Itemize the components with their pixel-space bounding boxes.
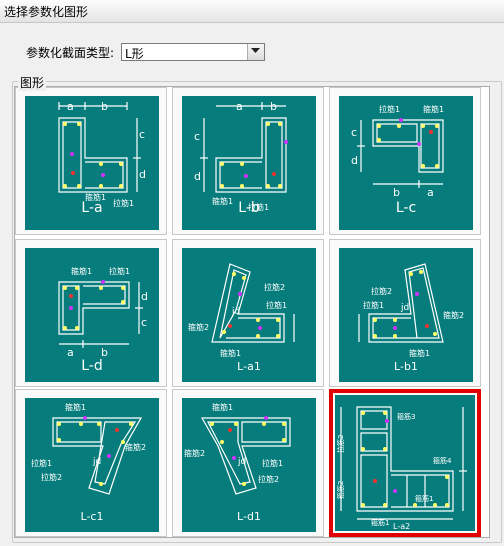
dim-d: d bbox=[141, 290, 148, 303]
label-stirrup1-bottom: 箍筋1 bbox=[371, 518, 389, 527]
dim-d: d bbox=[139, 168, 146, 181]
l-a2-diagram: 箍筋3 箍筋4 箍筋1 箍筋1 拉筋2 箍筋2 L-a2 bbox=[336, 406, 467, 531]
shape-caption: L-c bbox=[395, 200, 417, 216]
shape-caption: L-c1 bbox=[80, 510, 104, 523]
shape-caption: L-a1 bbox=[237, 360, 261, 373]
dim-jd: jd bbox=[231, 307, 240, 317]
chevron-down-icon[interactable] bbox=[247, 44, 264, 60]
dim-a: a bbox=[236, 100, 243, 113]
shape-gallery: a b c d 箍筋1 拉筋1 L-a a b c d 箍筋1 拉筋1 L-b … bbox=[14, 86, 490, 538]
shape-preview: jd 箍筋1 箍筋2 拉筋1 拉筋2 L-d1 bbox=[182, 398, 316, 532]
dim-jd: jd bbox=[92, 457, 101, 467]
shape-tile-l-a2[interactable]: 箍筋3 箍筋4 箍筋1 箍筋1 拉筋2 箍筋2 L-a2 bbox=[329, 389, 481, 537]
l-a2-caption: L-a2 bbox=[393, 522, 410, 531]
shape-caption: L-b1 bbox=[394, 360, 418, 373]
shape-preview: a b c d 箍筋1 拉筋1 L-a bbox=[25, 96, 159, 230]
section-type-select[interactable]: L形 bbox=[121, 43, 265, 61]
dim-b: b bbox=[270, 100, 277, 113]
shape-preview: jd 拉筋2 拉筋1 箍筋2 箍筋1 L-a1 bbox=[182, 248, 316, 382]
label-stirrup2: 箍筋2 bbox=[125, 442, 146, 452]
shape-caption: L-d1 bbox=[237, 510, 261, 523]
label-tie2: 拉筋2 bbox=[371, 286, 392, 296]
label-stirrup3: 箍筋3 bbox=[397, 412, 415, 421]
dim-d: d bbox=[351, 154, 358, 167]
shape-tile-l-b[interactable]: a b c d 箍筋1 拉筋1 L-b bbox=[172, 87, 324, 235]
shape-tile-l-a[interactable]: a b c d 箍筋1 拉筋1 L-a bbox=[15, 87, 167, 235]
shape-tile-l-a1[interactable]: jd 拉筋2 拉筋1 箍筋2 箍筋1 L-a1 bbox=[172, 239, 324, 387]
label-tie2: 拉筋2 bbox=[41, 472, 62, 482]
label-tie2: 拉筋2 bbox=[336, 435, 345, 453]
dim-c: c bbox=[351, 126, 357, 139]
label-stirrup2: 箍筋2 bbox=[443, 310, 464, 320]
label-tie1: 拉筋1 bbox=[266, 300, 287, 310]
shape-preview: b a c d 拉筋1 箍筋1 L-c bbox=[339, 96, 473, 230]
window-title: 选择参数化图形 bbox=[4, 5, 89, 19]
shape-tile-l-c1[interactable]: jd 箍筋1 箍筋2 拉筋1 拉筋2 L-c1 bbox=[15, 389, 167, 537]
label-tie1: 拉筋1 bbox=[31, 458, 52, 468]
shape-preview: jd 箍筋1 箍筋2 拉筋1 拉筋2 L-c1 bbox=[25, 398, 159, 532]
label-stirrup1: 箍筋1 bbox=[415, 494, 433, 503]
label-stirrup2: 箍筋2 bbox=[188, 322, 209, 332]
section-type-label: 参数化截面类型: bbox=[26, 46, 115, 60]
shape-preview: a b d c 箍筋1 拉筋1 L-d bbox=[25, 248, 159, 382]
shape-tile-l-d1[interactable]: jd 箍筋1 箍筋2 拉筋1 拉筋2 L-d1 bbox=[172, 389, 324, 537]
dim-a: a bbox=[67, 100, 74, 113]
dim-d: d bbox=[194, 170, 201, 183]
shape-preview: jd 拉筋2 拉筋1 箍筋2 箍筋1 L-b1 bbox=[339, 248, 473, 382]
label-stirrup1: 箍筋1 bbox=[71, 266, 92, 276]
dim-c: c bbox=[139, 128, 145, 141]
label-tie1: 拉筋1 bbox=[363, 300, 384, 310]
section-type-value: L形 bbox=[125, 47, 144, 61]
label-tie1: 拉筋1 bbox=[379, 104, 400, 114]
dim-jd: jd bbox=[237, 457, 246, 467]
label-stirrup2: 箍筋2 bbox=[184, 448, 205, 458]
shape-tile-l-c[interactable]: b a c d 拉筋1 箍筋1 L-c bbox=[329, 87, 481, 235]
shape-caption: L-d bbox=[81, 358, 103, 374]
label-stirrup1: 箍筋1 bbox=[423, 104, 444, 114]
dim-b: b bbox=[101, 100, 108, 113]
shape-tile-l-d[interactable]: a b d c 箍筋1 拉筋1 L-d bbox=[15, 239, 167, 387]
title-bar: 选择参数化图形 bbox=[0, 0, 504, 23]
label-tie1: 拉筋1 bbox=[262, 458, 283, 468]
shape-caption: L-a bbox=[81, 200, 103, 216]
label-stirrup1: 箍筋1 bbox=[212, 402, 233, 412]
label-stirrup4: 箍筋4 bbox=[433, 456, 452, 465]
dim-c: c bbox=[194, 130, 200, 143]
shapes-group-label: 图形 bbox=[18, 74, 47, 91]
shape-caption: L-b bbox=[238, 200, 260, 216]
dim-a: a bbox=[427, 186, 434, 199]
label-stirrup1: 箍筋1 bbox=[65, 402, 86, 412]
label-tie1: 拉筋1 bbox=[109, 266, 130, 276]
shape-preview: a b c d 箍筋1 拉筋1 L-b bbox=[182, 96, 316, 230]
label-tie2: 拉筋2 bbox=[264, 282, 285, 292]
label-stirrup2: 箍筋2 bbox=[336, 481, 345, 499]
shape-tile-l-b1[interactable]: jd 拉筋2 拉筋1 箍筋2 箍筋1 L-b1 bbox=[329, 239, 481, 387]
dim-jd: jd bbox=[400, 303, 409, 313]
label-tie2: 拉筋2 bbox=[258, 474, 279, 484]
dim-b: b bbox=[393, 186, 400, 199]
shape-preview: 箍筋3 箍筋4 箍筋1 箍筋1 拉筋2 箍筋2 L-a2 bbox=[335, 395, 475, 531]
label-stirrup1: 箍筋1 bbox=[409, 348, 430, 358]
dim-c: c bbox=[141, 316, 147, 329]
label-stirrup1: 箍筋1 bbox=[220, 348, 241, 358]
